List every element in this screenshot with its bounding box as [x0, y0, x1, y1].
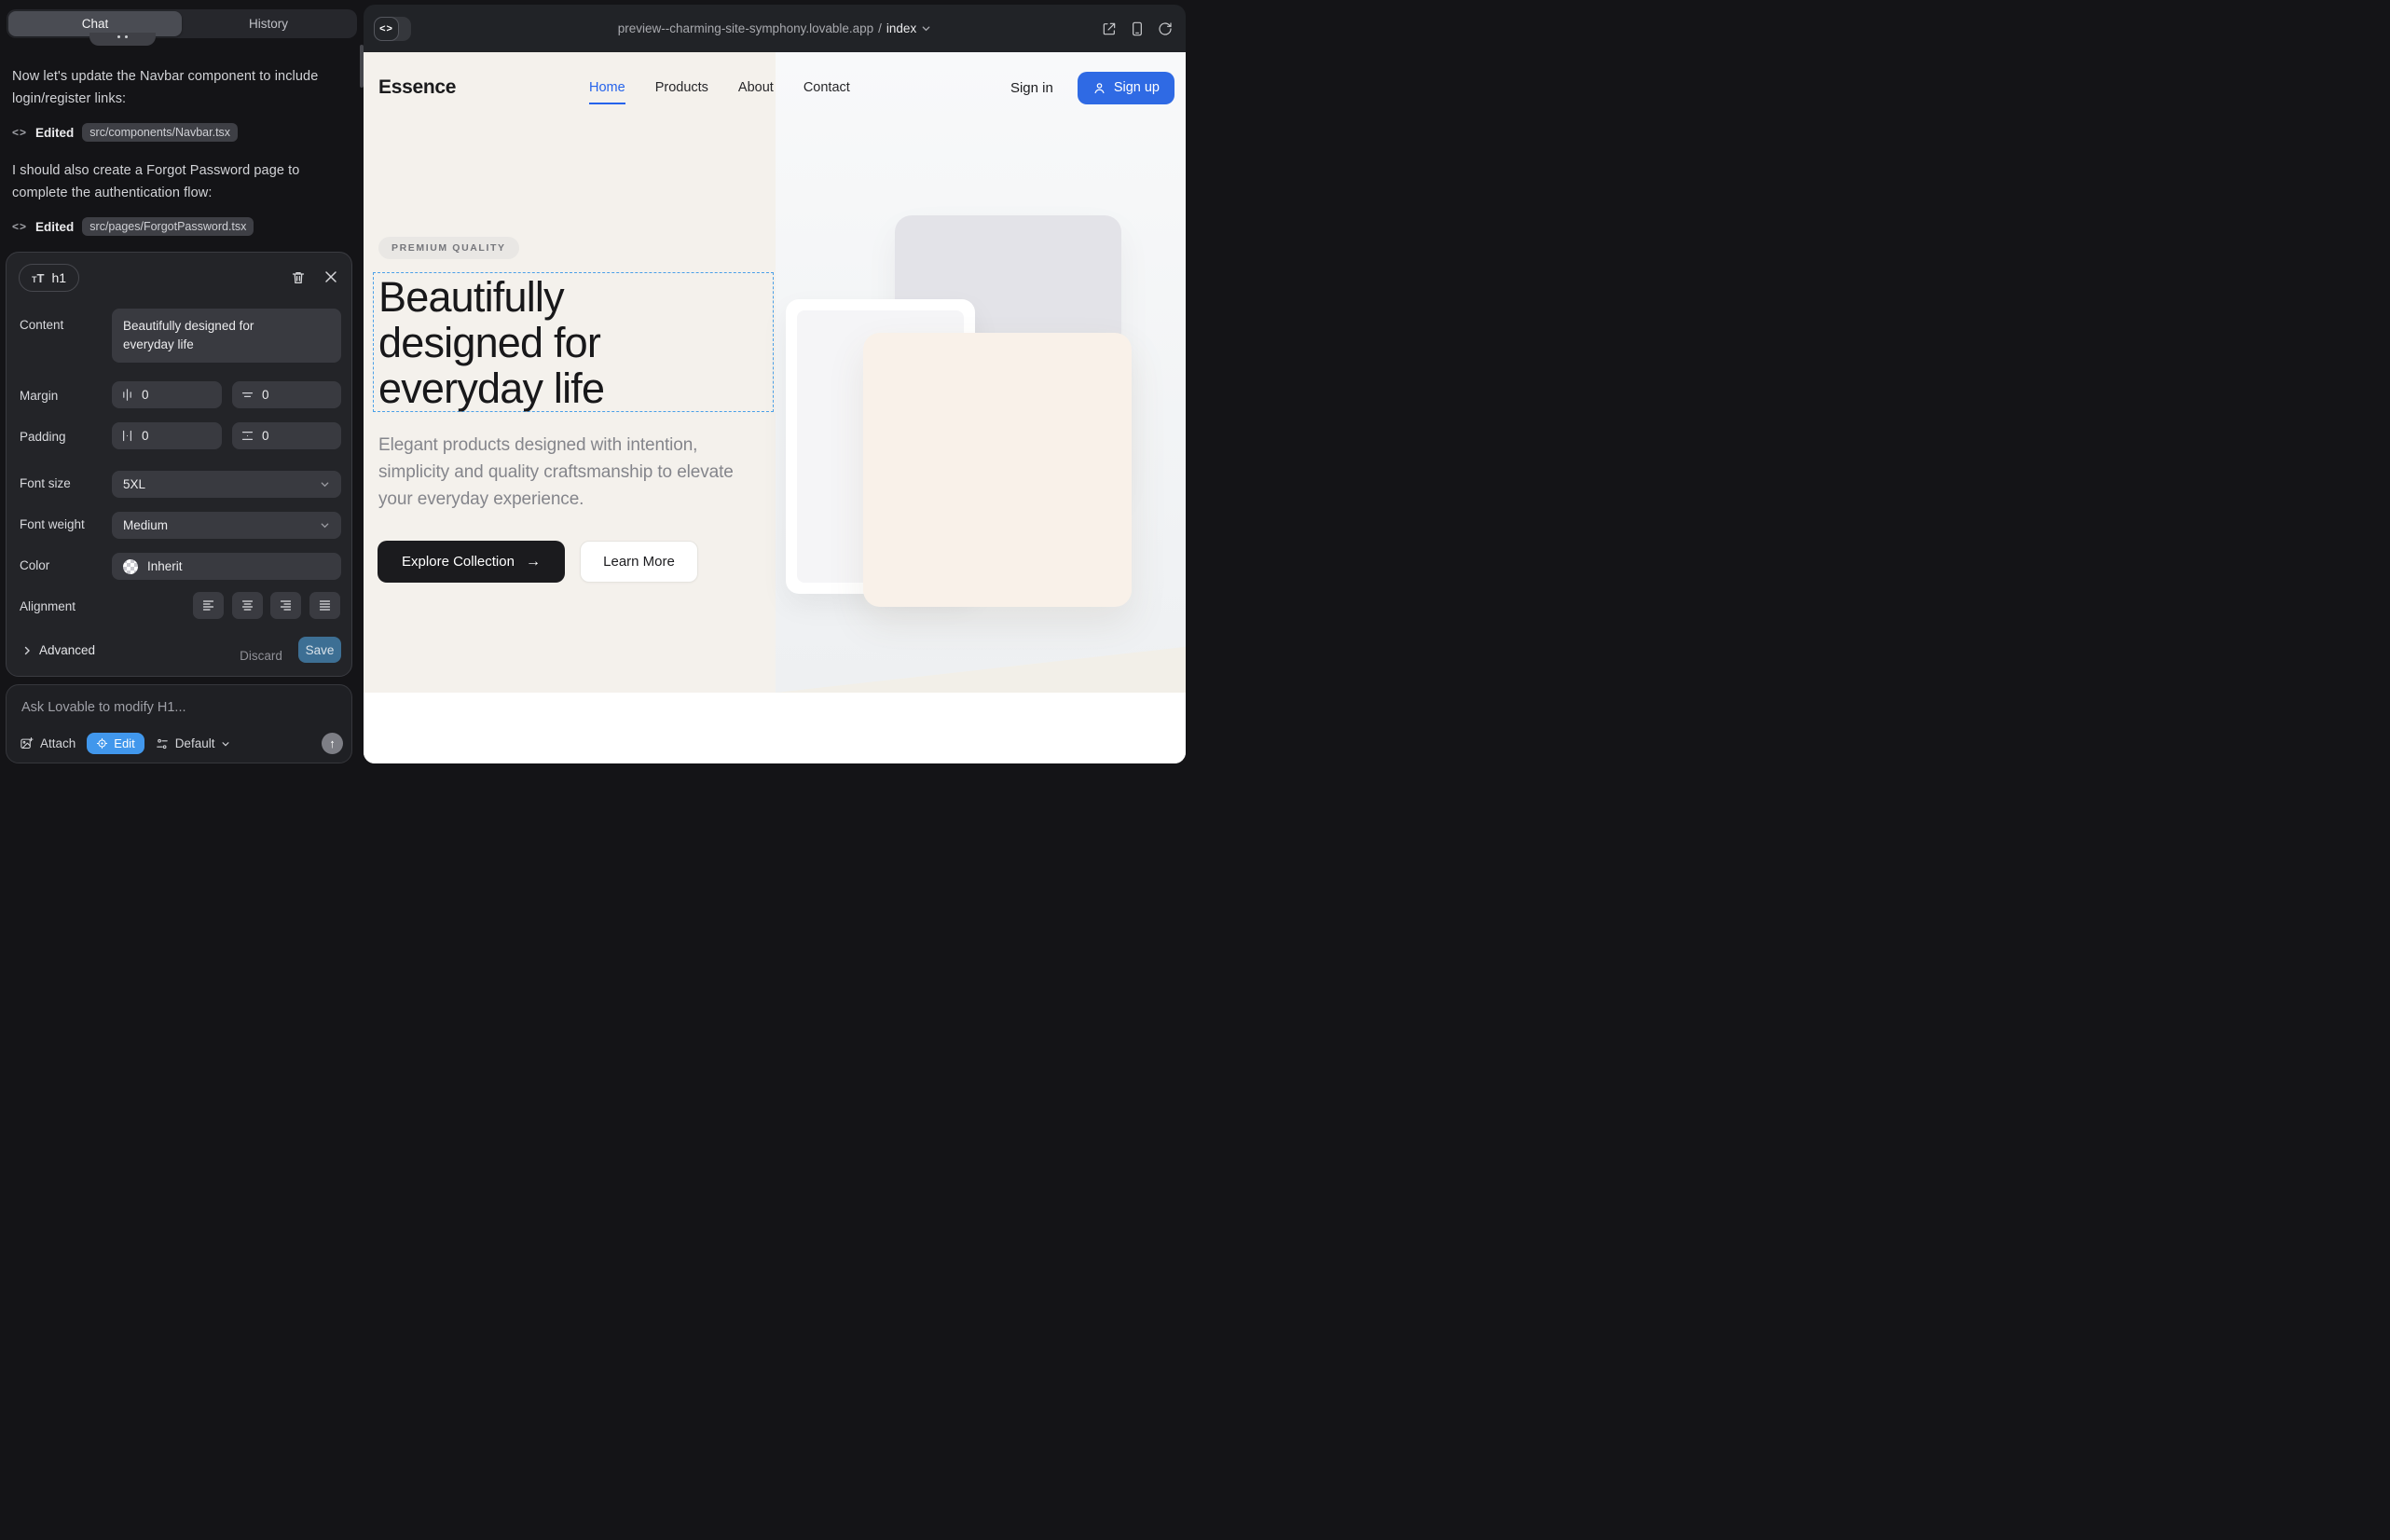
font-size-select[interactable]: 5XL — [112, 471, 341, 498]
padding-x-icon — [121, 430, 133, 442]
url-path: index — [886, 21, 916, 35]
color-select[interactable]: Inherit — [112, 553, 341, 580]
color-label: Color — [20, 558, 49, 572]
chat-history-tabs: Chat History — [7, 9, 357, 38]
edited-file-row: <> Edited src/components/Navbar.tsx — [12, 122, 238, 143]
close-panel-icon[interactable] — [324, 270, 337, 283]
edited-file-row: <> Edited src/pages/ForgotPassword.tsx — [12, 216, 254, 237]
refresh-icon[interactable] — [1158, 21, 1173, 36]
file-chip[interactable]: src/components/Navbar.tsx — [82, 123, 238, 142]
sign-in-link[interactable]: Sign in — [1010, 80, 1053, 96]
mobile-view-icon[interactable] — [1131, 21, 1144, 36]
margin-label: Margin — [20, 389, 58, 403]
preview-chrome-bar: <> preview--charming-site-symphony.lovab… — [364, 5, 1186, 52]
edited-label: Edited — [35, 220, 74, 234]
site-navbar: Essence Home Products About Contact Sign… — [364, 52, 1186, 123]
url-separator: / — [878, 21, 882, 35]
nav-link-products[interactable]: Products — [655, 80, 708, 95]
align-justify-button[interactable] — [309, 592, 340, 619]
url-host: preview--charming-site-symphony.lovable.… — [618, 21, 873, 35]
selected-h1-element[interactable]: Beautifully designed for everyday life — [373, 272, 774, 412]
premium-badge: PREMIUM QUALITY — [378, 237, 519, 259]
margin-y-icon — [241, 389, 254, 401]
align-center-button[interactable] — [232, 592, 263, 619]
target-icon — [96, 737, 108, 749]
app-root: Chat History Now let's update the Navbar… — [0, 0, 1195, 770]
font-weight-label: Font weight — [20, 517, 85, 531]
chevron-down-icon — [320, 479, 330, 489]
next-section — [364, 693, 1186, 763]
content-textarea[interactable]: Beautifully designed for everyday life — [112, 309, 341, 363]
margin-x-icon — [121, 389, 133, 401]
hero-card-cream — [863, 333, 1132, 607]
delete-element-icon[interactable] — [291, 270, 306, 285]
alignment-label: Alignment — [20, 599, 76, 613]
file-chip[interactable]: src/pages/ForgotPassword.tsx — [82, 217, 254, 236]
send-button[interactable]: ↑ — [322, 733, 343, 754]
padding-x-input[interactable]: 0 — [112, 422, 222, 449]
discard-button[interactable]: Discard — [240, 643, 282, 669]
align-right-button[interactable] — [270, 592, 301, 619]
chevron-down-icon — [320, 520, 330, 530]
scrolled-status-pill — [89, 33, 156, 46]
margin-y-input[interactable]: 0 — [232, 381, 341, 408]
chat-message: I should also create a Forgot Password p… — [12, 159, 350, 204]
chevron-down-icon — [921, 23, 931, 34]
preview-url[interactable]: preview--charming-site-symphony.lovable.… — [364, 5, 1186, 52]
arrow-right-icon: → — [526, 554, 541, 571]
chat-composer: Attach Edit Default ↑ — [6, 684, 352, 763]
site-page: Essence Home Products About Contact Sign… — [364, 52, 1186, 763]
explore-collection-button[interactable]: Explore Collection → — [378, 541, 565, 583]
mode-select[interactable]: Default — [156, 736, 231, 750]
padding-label: Padding — [20, 430, 66, 444]
attach-button[interactable]: Attach — [20, 736, 76, 750]
composer-input[interactable] — [21, 696, 329, 719]
font-size-label: Font size — [20, 476, 71, 490]
code-icon: <> — [12, 220, 27, 233]
advanced-toggle[interactable]: Advanced — [22, 643, 95, 657]
nav-link-about[interactable]: About — [738, 80, 774, 95]
padding-y-input[interactable]: 0 — [232, 422, 341, 449]
element-tag: h1 — [51, 270, 66, 285]
site-logo[interactable]: Essence — [378, 76, 456, 99]
tab-history[interactable]: History — [182, 11, 355, 36]
align-left-button[interactable] — [193, 592, 224, 619]
attach-image-icon — [20, 736, 34, 750]
font-weight-select[interactable]: Medium — [112, 512, 341, 539]
chevron-down-icon — [221, 739, 230, 749]
hero-subtext: Elegant products designed with intention… — [378, 432, 751, 513]
open-external-icon[interactable] — [1102, 21, 1117, 36]
element-editor-panel: TT h1 Content Beautifully designed for e… — [6, 252, 352, 677]
element-type-pill[interactable]: TT h1 — [19, 264, 79, 292]
content-label: Content — [20, 318, 63, 332]
chevron-right-icon — [22, 646, 32, 655]
edited-label: Edited — [35, 126, 74, 140]
hero-headline: Beautifully designed for everyday life — [378, 274, 773, 411]
edit-mode-button[interactable]: Edit — [87, 733, 144, 754]
learn-more-button[interactable]: Learn More — [580, 541, 698, 583]
nav-link-home[interactable]: Home — [589, 80, 625, 95]
content-field: Beautifully designed for everyday life — [112, 309, 341, 363]
code-icon: <> — [12, 126, 27, 139]
nav-link-contact[interactable]: Contact — [804, 80, 850, 95]
preview-window: <> preview--charming-site-symphony.lovab… — [364, 5, 1186, 763]
user-icon — [1092, 81, 1106, 95]
text-type-icon: TT — [32, 271, 44, 285]
color-swatch — [123, 559, 138, 574]
padding-y-icon — [241, 430, 254, 442]
chat-message: Now let's update the Navbar component to… — [12, 65, 350, 110]
sign-up-button[interactable]: Sign up — [1078, 72, 1174, 104]
margin-x-input[interactable]: 0 — [112, 381, 222, 408]
save-button[interactable]: Save — [298, 637, 341, 663]
sliders-icon — [156, 737, 169, 750]
